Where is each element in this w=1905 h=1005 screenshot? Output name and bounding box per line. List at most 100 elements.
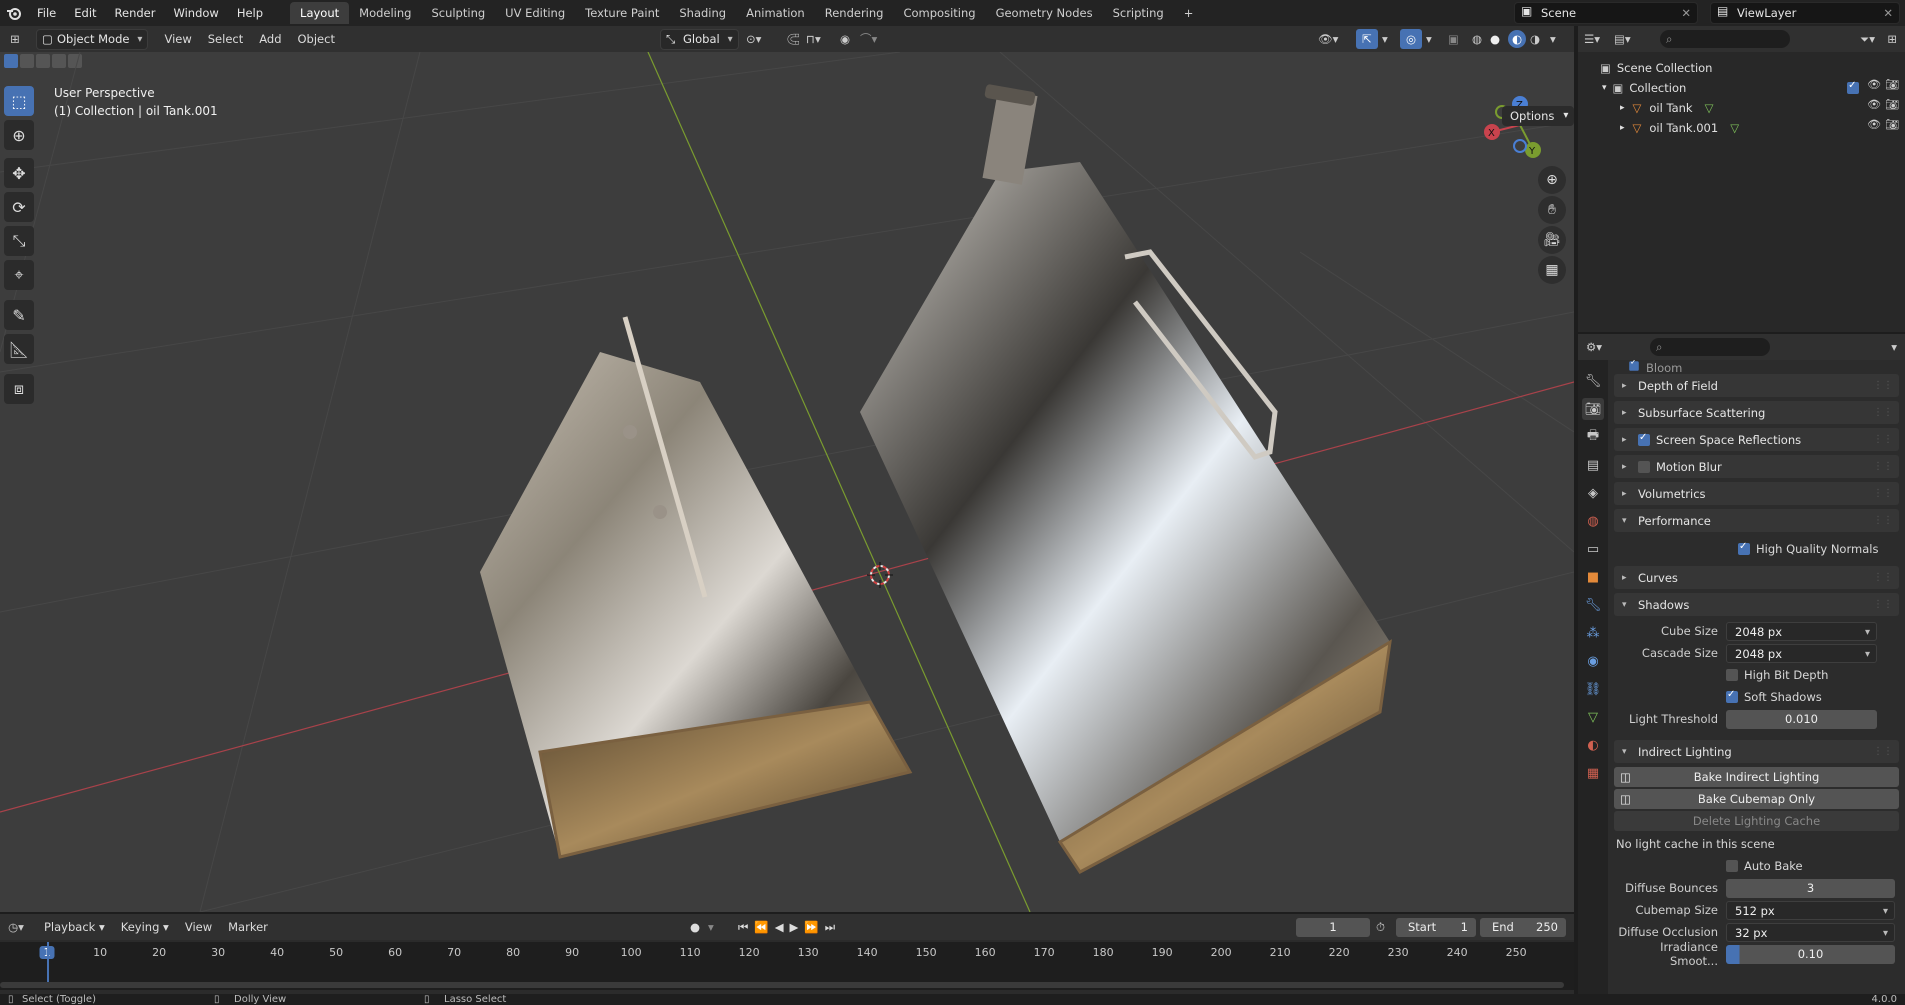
select-box-icon[interactable]: ⬚ [4,86,34,116]
mode-dropdown[interactable]: ▢ Object Mode [36,28,149,50]
scale-icon[interactable]: ⤡ [4,226,34,256]
cursor-icon[interactable]: ⊕ [4,120,34,150]
include-checkbox[interactable] [1847,80,1860,94]
zoom-icon[interactable]: ⊕ [1538,166,1566,194]
keyframe-dropdown-icon[interactable]: ▾ [708,920,714,934]
drag-grip-icon[interactable]: ⋮⋮ [1873,407,1893,418]
timeline-scrollbar[interactable] [0,982,1564,988]
scene-selector[interactable]: ▣ Scene ✕ [1514,2,1698,24]
oil-tank-left[interactable] [480,316,913,859]
drag-grip-icon[interactable]: ⋮⋮ [1873,572,1893,583]
world-tab-icon[interactable]: ◍ [1582,510,1604,532]
display-mode-icon[interactable]: ▤▾ [1614,32,1654,46]
menu-render[interactable]: Render [106,0,165,26]
drag-grip-icon[interactable]: ⋮⋮ [1873,488,1893,499]
solid-shading-icon[interactable]: ● [1490,32,1500,46]
drag-grip-icon[interactable]: ⋮⋮ [1873,461,1893,472]
eye-icon[interactable]: 👁︎ [1867,78,1881,94]
perspective-toggle-icon[interactable]: ▦ [1538,256,1566,284]
bake-cubemap-button[interactable]: ◫ Bake Cubemap Only [1614,789,1899,809]
tab-layout[interactable]: Layout [290,2,350,24]
options-dropdown[interactable]: Options ▾ [1502,106,1574,126]
3d-viewport[interactable]: Z X Y Options ▾ User Perspective (1) Coll… [0,52,1574,912]
gizmo-toggle-icon[interactable]: ⇱ [1356,29,1378,49]
end-frame-field[interactable]: End 250 [1480,918,1566,937]
menu-timeline-view[interactable]: View [177,916,220,938]
material-tab-icon[interactable]: ◐ [1582,734,1604,756]
record-keyframe-icon[interactable]: ● [690,920,700,934]
eye-icon[interactable]: 👁︎ [1867,118,1881,131]
modifier-tab-icon[interactable]: 🔧︎ [1582,594,1604,616]
new-collection-icon[interactable]: ⊞ [1887,32,1897,46]
menu-object[interactable]: Object [290,28,343,50]
add-cube-icon[interactable]: ⧈ [4,374,34,404]
play-reverse-icon[interactable]: ◀ [775,920,790,934]
high-quality-normals-checkbox[interactable] [1738,541,1750,555]
annotate-icon[interactable]: ✎ [4,300,34,330]
high-bit-depth-row[interactable]: High Bit Depth [1614,664,1899,686]
outliner-object[interactable]: ▸ ▽ oil Tank ▽ 👁︎ 📷︎ [1578,98,1905,118]
start-frame-field[interactable]: Start 1 [1396,918,1476,937]
render-camera-icon[interactable]: 📷︎ [1885,98,1899,111]
wireframe-shading-icon[interactable]: ◍ [1472,32,1482,46]
tab-scripting[interactable]: Scripting [1103,2,1174,24]
gizmo-dropdown-icon[interactable]: ▾ [1382,32,1388,46]
menu-add[interactable]: Add [251,28,289,50]
ssr-checkbox[interactable] [1638,432,1650,446]
snap-icon[interactable]: 🧲︎ [786,32,801,46]
properties-search-input[interactable]: ⌕ [1650,338,1770,356]
render-camera-icon[interactable]: 📷︎ [1885,78,1899,94]
panel-screen-space-reflections[interactable]: ▸ Screen Space Reflections ⋮⋮ [1614,428,1899,451]
panel-performance[interactable]: ▾ Performance ⋮⋮ [1614,509,1899,532]
tab-modeling[interactable]: Modeling [349,2,421,24]
pivot-icon[interactable]: ⊙▾ [746,32,761,46]
rendered-shading-icon[interactable]: ◑ [1530,32,1540,46]
tool-tab-icon[interactable]: 🔧︎ [1582,370,1604,392]
menu-window[interactable]: Window [164,0,227,26]
collection-tab-icon[interactable]: ▭ [1582,538,1604,560]
measure-icon[interactable]: 📐︎ [4,334,34,364]
tab-sculpting[interactable]: Sculpting [421,2,495,24]
delete-cache-button[interactable]: Delete Lighting Cache [1614,811,1899,831]
blender-logo-icon[interactable] [0,0,28,26]
add-workspace-button[interactable]: + [1174,2,1204,24]
soft-shadows-checkbox[interactable] [1726,689,1738,703]
playhead[interactable] [47,942,49,982]
bloom-checkbox[interactable] [1629,360,1639,371]
data-tab-icon[interactable]: ▽ [1582,706,1604,728]
xray-icon[interactable]: ▣ [1448,32,1459,46]
object-tab-icon[interactable]: ■ [1582,566,1604,588]
auto-bake-row[interactable]: Auto Bake [1614,855,1899,877]
next-keyframe-icon[interactable]: ⏩ [804,920,824,934]
physics-tab-icon[interactable]: ◉ [1582,650,1604,672]
high-quality-normals-row[interactable]: High Quality Normals [1614,536,1899,562]
cubemap-size-dropdown[interactable]: 512 px [1726,900,1895,921]
expand-arrow-icon[interactable]: ▾ [1602,83,1607,93]
panel-shadows[interactable]: ▾ Shadows ⋮⋮ [1614,593,1899,616]
menu-view[interactable]: View [156,28,199,50]
menu-playback[interactable]: Playback ▾ [36,916,113,938]
filter-icon[interactable]: ⏷▾ [1860,32,1875,47]
snap-target-icon[interactable]: ⊓▾ [806,32,821,46]
drag-grip-icon[interactable]: ⋮⋮ [1873,434,1893,445]
cascade-size-dropdown[interactable]: 2048 px [1726,643,1877,664]
move-icon[interactable]: ✥ [4,158,34,188]
bake-indirect-button[interactable]: ◫ Bake Indirect Lighting [1614,767,1899,787]
diffuse-occlusion-dropdown[interactable]: 32 px [1726,922,1895,943]
falloff-icon[interactable]: ⌒▾ [860,31,877,47]
tab-rendering[interactable]: Rendering [815,2,894,24]
drag-grip-icon[interactable]: ⋮⋮ [1873,380,1893,391]
tab-uv-editing[interactable]: UV Editing [495,2,575,24]
drag-grip-icon[interactable]: ⋮⋮ [1873,515,1893,526]
stopwatch-icon[interactable]: ⏱ [1376,920,1385,935]
particles-tab-icon[interactable]: ⁂ [1582,622,1604,644]
high-bit-depth-checkbox[interactable] [1726,669,1738,681]
panel-indirect-lighting[interactable]: ▾ Indirect Lighting ⋮⋮ [1614,740,1899,763]
tab-compositing[interactable]: Compositing [893,2,985,24]
auto-bake-checkbox[interactable] [1726,860,1738,872]
cube-size-dropdown[interactable]: 2048 px [1726,621,1877,642]
diffuse-bounces-field[interactable]: 3 [1726,878,1895,898]
tab-shading[interactable]: Shading [669,2,736,24]
render-camera-icon[interactable]: 📷︎ [1885,118,1899,131]
current-frame-field[interactable]: 1 [1296,918,1370,937]
